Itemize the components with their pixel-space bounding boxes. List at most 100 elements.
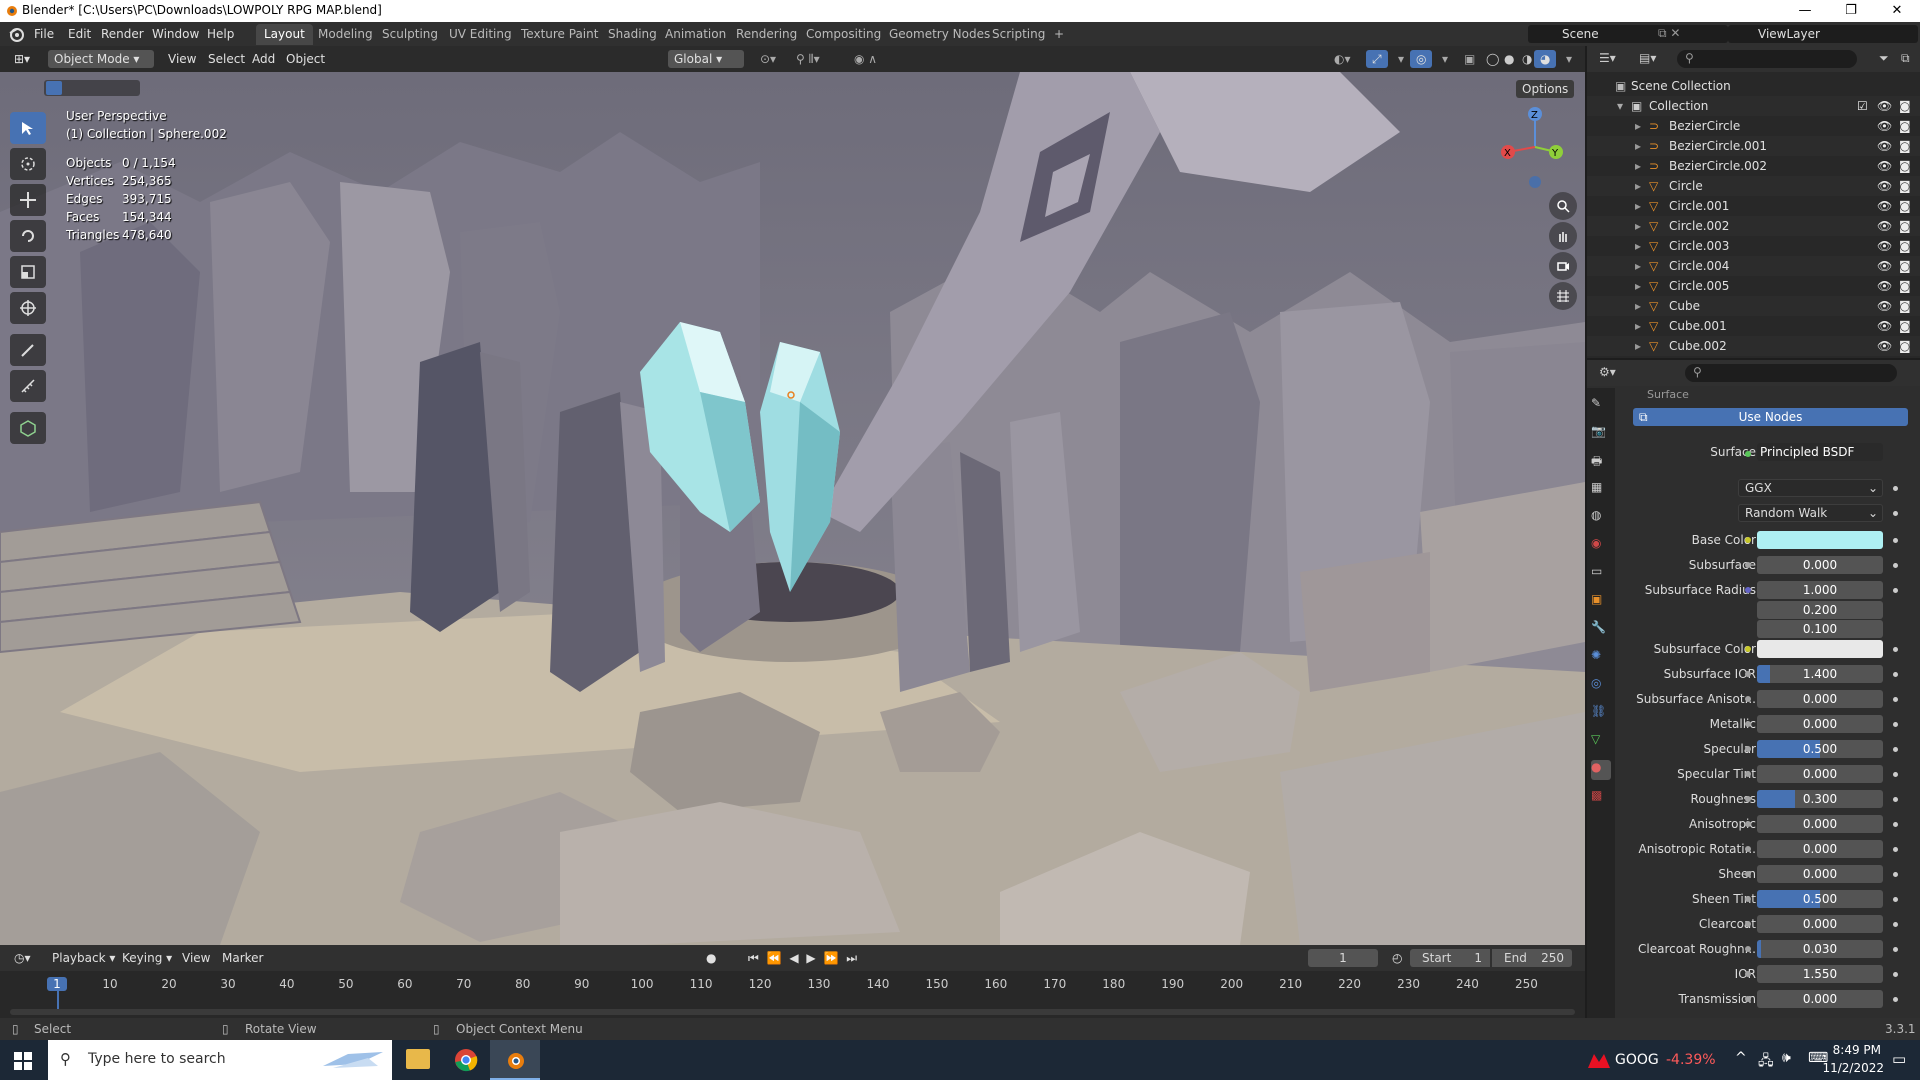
object-menu[interactable]: Object [280, 50, 331, 68]
options-button[interactable]: Options [1516, 80, 1575, 98]
camera-icon[interactable]: ◙ [1899, 199, 1911, 213]
output-tab-icon[interactable]: 🖶 [1591, 452, 1611, 472]
selection-mode-buttons[interactable] [44, 80, 140, 96]
marker-menu[interactable]: Marker [216, 949, 269, 967]
eye-icon[interactable]: 👁 [1877, 259, 1892, 273]
navigation-gizmo[interactable]: Z X Y [1490, 102, 1580, 192]
value-slider[interactable]: 0.000 [1757, 764, 1883, 783]
input-socket-icon[interactable] [1745, 720, 1751, 727]
expand-arrow-icon[interactable]: ▸ [1635, 219, 1641, 233]
playback-controls[interactable]: ⏮ ⏪ ◀ ▶ ⏩ ⏭ [742, 949, 865, 967]
expand-arrow-icon[interactable]: ▸ [1635, 239, 1641, 253]
rotate-icon[interactable] [10, 220, 46, 252]
input-socket-icon[interactable] [1745, 795, 1751, 802]
scene-tab-icon[interactable]: ◍ [1591, 508, 1611, 528]
new-collection-icon[interactable]: ⧉ [1901, 51, 1910, 66]
scene-selector[interactable]: Scene ⧉ ✕ [1528, 25, 1728, 43]
camera-icon[interactable]: ◙ [1899, 239, 1911, 253]
keyframe-dot[interactable] [1893, 746, 1898, 752]
color-field[interactable] [1757, 639, 1883, 658]
keyframe-dot[interactable] [1893, 538, 1898, 543]
record-icon[interactable]: ● [700, 949, 722, 967]
tab-sculpting[interactable]: Sculpting [374, 24, 446, 45]
orientation-selector[interactable]: Global ▾ [668, 50, 744, 68]
input-socket-icon[interactable] [1745, 537, 1751, 543]
tab-compositing[interactable]: Compositing [798, 24, 889, 45]
timeline-scrollbar[interactable] [10, 1009, 1575, 1015]
annotate-icon[interactable] [10, 334, 46, 366]
input-socket-icon[interactable] [1745, 970, 1751, 977]
menu-help[interactable]: Help [207, 27, 234, 41]
checkbox-icon[interactable]: ☑ [1857, 99, 1868, 113]
pivot-icon[interactable]: ⊙▾ [754, 50, 782, 68]
add-cube-icon[interactable] [10, 412, 46, 444]
input-socket-icon[interactable] [1745, 587, 1751, 593]
minimize-button[interactable]: — [1782, 0, 1828, 22]
input-socket-icon[interactable] [1745, 845, 1751, 852]
keyframe-dot[interactable] [1893, 563, 1898, 568]
visibility-icon[interactable]: ◐▾ [1328, 50, 1357, 68]
keyframe-dot[interactable] [1893, 588, 1898, 593]
keyframe-dot[interactable] [1893, 871, 1898, 877]
maximize-button[interactable]: ❐ [1828, 0, 1874, 22]
overlay-dropdown-icon[interactable]: ▾ [1436, 50, 1454, 68]
move-icon[interactable] [10, 184, 46, 216]
add-menu[interactable]: Add [246, 50, 281, 68]
gizmo-dropdown-icon[interactable]: ▾ [1392, 50, 1410, 68]
subsurface-method-select[interactable]: Random Walk ⌄ [1738, 504, 1883, 522]
keyframe-dot[interactable] [1893, 511, 1898, 516]
keyframe-dot[interactable] [1893, 796, 1898, 802]
eye-icon[interactable]: 👁 [1877, 339, 1892, 353]
outliner-item[interactable]: ▸ ▽ Circle.004 👁 ◙ [1587, 256, 1920, 276]
view-menu[interactable]: View [162, 50, 202, 68]
outliner-item[interactable]: ▸ ▽ Circle.003 👁 ◙ [1587, 236, 1920, 256]
value-slider[interactable]: 0.100 [1757, 620, 1883, 638]
value-slider[interactable]: 1.000 [1757, 581, 1883, 599]
camera-icon[interactable]: ◙ [1899, 139, 1911, 153]
input-socket-icon[interactable] [1745, 770, 1751, 777]
data-tab-icon[interactable]: ▽ [1591, 732, 1611, 752]
eye-icon[interactable]: 👁 [1877, 179, 1892, 193]
outliner-item[interactable]: ▸ ⊃ BezierCircle.001 👁 ◙ [1587, 136, 1920, 156]
tab-geometry-nodes[interactable]: Geometry Nodes [881, 24, 998, 45]
keyframe-dot[interactable] [1893, 971, 1898, 977]
value-slider[interactable]: 0.200 [1757, 600, 1883, 619]
tab-shading[interactable]: Shading [600, 24, 665, 45]
stock-symbol[interactable]: GOOG [1615, 1052, 1659, 1068]
outliner-editor-icon[interactable]: ☰▾ [1599, 51, 1616, 65]
timeline-editor-icon[interactable]: ◷▾ [8, 949, 37, 967]
proportional-edit-icon[interactable]: ◉ ∧ [848, 50, 883, 68]
select-new-icon[interactable] [46, 81, 62, 95]
object-tab-icon[interactable]: ▣ [1591, 592, 1611, 612]
keyframe-dot[interactable] [1893, 821, 1898, 827]
outliner-item[interactable]: ▸ ⊃ BezierCircle 👁 ◙ [1587, 116, 1920, 136]
camera-icon[interactable]: ◙ [1899, 119, 1911, 133]
input-socket-icon[interactable] [1745, 920, 1751, 927]
editor-type-icon[interactable]: ⊞▾ [8, 50, 36, 68]
outliner-item[interactable]: ▸ ▽ Circle.001 👁 ◙ [1587, 196, 1920, 216]
value-slider[interactable]: 0.300 [1757, 789, 1883, 808]
value-slider[interactable]: 0.000 [1757, 864, 1883, 883]
volume-icon[interactable]: 🕪 [1782, 1050, 1791, 1066]
value-slider[interactable]: 0.000 [1757, 814, 1883, 833]
eye-icon[interactable]: 👁 [1877, 219, 1892, 233]
menu-window[interactable]: Window [152, 27, 199, 41]
input-socket-icon[interactable] [1745, 820, 1751, 827]
blender-menu-icon[interactable] [8, 26, 24, 42]
expand-arrow-icon[interactable]: ▸ [1635, 139, 1641, 153]
distribution-select[interactable]: GGX ⌄ [1738, 479, 1883, 497]
select-menu[interactable]: Select [202, 50, 251, 68]
clock-time[interactable]: 8:49 PM [1816, 1043, 1881, 1057]
outliner-item[interactable]: ▸ ▽ Circle 👁 ◙ [1587, 176, 1920, 196]
tab-texture-paint[interactable]: Texture Paint [513, 24, 606, 45]
camera-icon[interactable]: ◙ [1899, 179, 1911, 193]
eye-icon[interactable]: 👁 [1877, 279, 1892, 293]
camera-icon[interactable]: ◙ [1899, 279, 1911, 293]
snap-icon[interactable]: ⚲ ⫴▾ [790, 50, 826, 68]
preview-range-icon[interactable]: ◴ [1386, 949, 1408, 967]
camera-icon[interactable]: ◙ [1899, 339, 1911, 353]
value-slider[interactable]: 1.550 [1757, 964, 1883, 983]
close-button[interactable]: ✕ [1874, 0, 1920, 22]
value-slider[interactable]: 0.000 [1757, 714, 1883, 733]
collection-tab-icon[interactable]: ▭ [1591, 564, 1611, 584]
